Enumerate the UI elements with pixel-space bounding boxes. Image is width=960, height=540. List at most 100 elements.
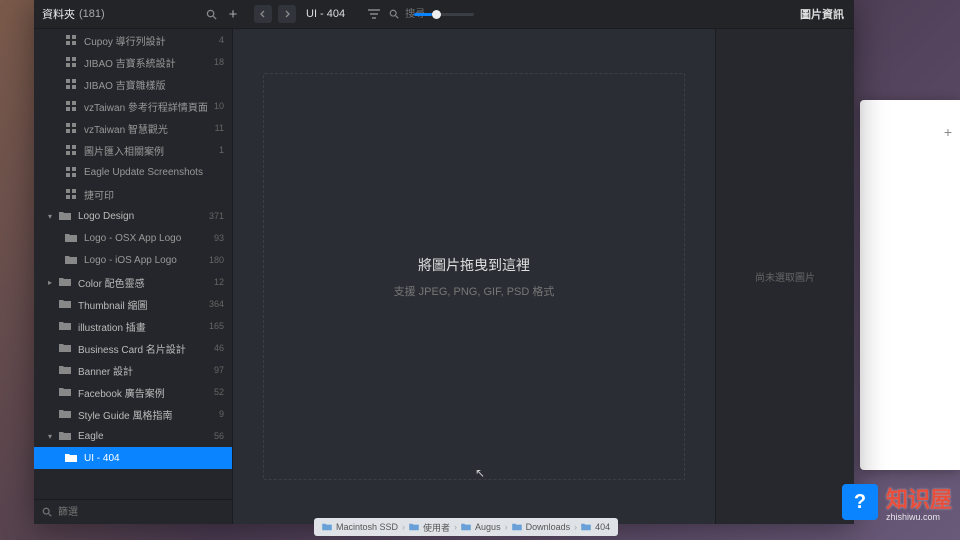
- watermark-text: 知识屋: [886, 482, 952, 514]
- sidebar-item-count: 1: [219, 145, 224, 155]
- sidebar-item[interactable]: Cupoy 導行列設計4: [34, 29, 232, 51]
- search-icon[interactable]: [204, 7, 218, 21]
- grid-icon: [64, 122, 78, 134]
- plus-icon: +: [944, 124, 952, 140]
- sidebar-item-count: 364: [209, 299, 224, 309]
- path-segment[interactable]: Augus: [475, 522, 501, 532]
- folder-icon: [409, 523, 419, 531]
- chevron-icon: ▾: [48, 432, 56, 441]
- folder-icon: [58, 276, 72, 288]
- sidebar-item-label: Eagle: [78, 431, 214, 442]
- folder-icon: [512, 523, 522, 531]
- sidebar-item-label: Banner 設計: [78, 363, 214, 378]
- sidebar-item[interactable]: 捷可印: [34, 183, 232, 205]
- watermark: ? 知识屋 zhishiwu.com: [842, 482, 952, 522]
- nav-forward-button[interactable]: [278, 5, 296, 23]
- sidebar-item-count: 180: [209, 255, 224, 265]
- grid-icon: [64, 100, 78, 112]
- folder-icon: [322, 523, 332, 531]
- sidebar-item[interactable]: Logo - iOS App Logo180: [34, 249, 232, 271]
- path-separator: ›: [574, 522, 577, 532]
- folder-tree: Cupoy 導行列設計4JIBAO 吉寶系統設計18JIBAO 吉寶雛樣版vzT…: [34, 29, 232, 499]
- path-segment[interactable]: Macintosh SSD: [336, 522, 398, 532]
- grid-icon: [64, 144, 78, 156]
- sidebar-item-label: Color 配色靈感: [78, 275, 214, 290]
- path-segment[interactable]: 使用者: [423, 521, 450, 534]
- sidebar-item[interactable]: Banner 設計97: [34, 359, 232, 381]
- folder-icon: [58, 408, 72, 420]
- grid-icon: [64, 188, 78, 200]
- app-window: 資料夾 (181) + UI - 404 圖片資訊 Cupoy 導行列設計4JI…: [34, 0, 854, 524]
- sidebar-item[interactable]: Business Card 名片設計46: [34, 337, 232, 359]
- folder-icon: [58, 342, 72, 354]
- path-segment[interactable]: Downloads: [526, 522, 571, 532]
- folder-icon: [64, 452, 78, 464]
- sidebar-item[interactable]: Thumbnail 縮圖364: [34, 293, 232, 315]
- folder-icon: [58, 320, 72, 332]
- sidebar-item-label: Style Guide 風格指南: [78, 407, 219, 422]
- filter-icon[interactable]: [367, 7, 381, 21]
- sidebar-item-count: 11: [215, 123, 224, 133]
- sidebar-item[interactable]: ▸ Color 配色靈感12: [34, 271, 232, 293]
- sidebar-item-label: vzTaiwan 參考行程詳情頁面: [84, 99, 214, 114]
- sidebar-item-label: 捷可印: [84, 187, 224, 202]
- sidebar-item-label: Thumbnail 縮圖: [78, 297, 209, 312]
- sidebar-item-count: 4: [219, 35, 224, 45]
- sidebar-item[interactable]: JIBAO 吉寶系統設計18: [34, 51, 232, 73]
- sidebar-header: 資料夾 (181) +: [34, 6, 248, 22]
- zoom-slider[interactable]: [414, 13, 474, 16]
- background-window: +: [860, 100, 960, 470]
- nav-back-button[interactable]: [254, 5, 272, 23]
- sidebar-title-count: (181): [79, 8, 105, 20]
- sidebar-item-count: 56: [214, 431, 224, 441]
- info-panel: 尚未選取圖片: [715, 29, 854, 524]
- sidebar-item[interactable]: illustration 插畫165: [34, 315, 232, 337]
- sidebar-filter[interactable]: [34, 499, 232, 524]
- sidebar-item-count: 165: [209, 321, 224, 331]
- topbar: 資料夾 (181) + UI - 404 圖片資訊: [34, 0, 854, 29]
- sidebar-item[interactable]: Eagle Update Screenshots: [34, 161, 232, 183]
- sidebar-item[interactable]: Facebook 廣告案例52: [34, 381, 232, 403]
- folder-icon: [58, 210, 72, 222]
- finder-pathbar[interactable]: Macintosh SSD›使用者›Augus›Downloads›404: [314, 518, 618, 536]
- path-separator: ›: [454, 522, 457, 532]
- sidebar-item[interactable]: vzTaiwan 參考行程詳情頁面10: [34, 95, 232, 117]
- sidebar-item[interactable]: ▾Logo Design371: [34, 205, 232, 227]
- sidebar-item-label: Eagle Update Screenshots: [84, 167, 224, 178]
- folder-icon: [58, 364, 72, 376]
- path-separator: ›: [505, 522, 508, 532]
- sidebar-item-label: Business Card 名片設計: [78, 341, 214, 356]
- chevron-icon: ▸: [48, 278, 56, 287]
- sidebar-title: 資料夾: [42, 6, 75, 22]
- path-separator: ›: [402, 522, 405, 532]
- sidebar-item-count: 46: [214, 343, 224, 353]
- sidebar-item-count: 52: [214, 387, 224, 397]
- add-folder-icon[interactable]: +: [226, 7, 240, 21]
- sidebar-item[interactable]: JIBAO 吉寶雛樣版: [34, 73, 232, 95]
- sidebar-item[interactable]: UI - 404: [34, 447, 232, 469]
- folder-icon: [58, 386, 72, 398]
- sidebar-item-label: illustration 插畫: [78, 319, 209, 334]
- sidebar-item-label: 圖片匯入相關案例: [84, 143, 219, 158]
- sidebar-item-label: vzTaiwan 智慧觀光: [84, 121, 215, 136]
- path-segment[interactable]: 404: [595, 522, 610, 532]
- sidebar-filter-input[interactable]: [56, 506, 224, 519]
- sidebar-item[interactable]: 圖片匯入相關案例1: [34, 139, 232, 161]
- sidebar-item-label: Logo - iOS App Logo: [84, 255, 209, 266]
- sidebar-item[interactable]: Logo - OSX App Logo93: [34, 227, 232, 249]
- chevron-icon: ▾: [48, 212, 56, 221]
- sidebar-item[interactable]: vzTaiwan 智慧觀光11: [34, 117, 232, 139]
- canvas-area[interactable]: 將圖片拖曳到這裡 支援 JPEG, PNG, GIF, PSD 格式 ↖: [233, 29, 715, 524]
- grid-icon: [64, 34, 78, 46]
- sidebar: Cupoy 導行列設計4JIBAO 吉寶系統設計18JIBAO 吉寶雛樣版vzT…: [34, 29, 233, 524]
- sidebar-item[interactable]: ▾ Eagle56: [34, 425, 232, 447]
- folder-icon: [64, 254, 78, 266]
- dropzone[interactable]: 將圖片拖曳到這裡 支援 JPEG, PNG, GIF, PSD 格式: [263, 73, 685, 480]
- sidebar-item-label: Logo Design: [78, 211, 209, 222]
- sidebar-item[interactable]: Style Guide 風格指南9: [34, 403, 232, 425]
- folder-icon: [58, 298, 72, 310]
- sidebar-item-count: 9: [219, 409, 224, 419]
- sidebar-item-count: 97: [214, 365, 224, 375]
- sidebar-item-count: 12: [214, 277, 224, 287]
- grid-icon: [64, 56, 78, 68]
